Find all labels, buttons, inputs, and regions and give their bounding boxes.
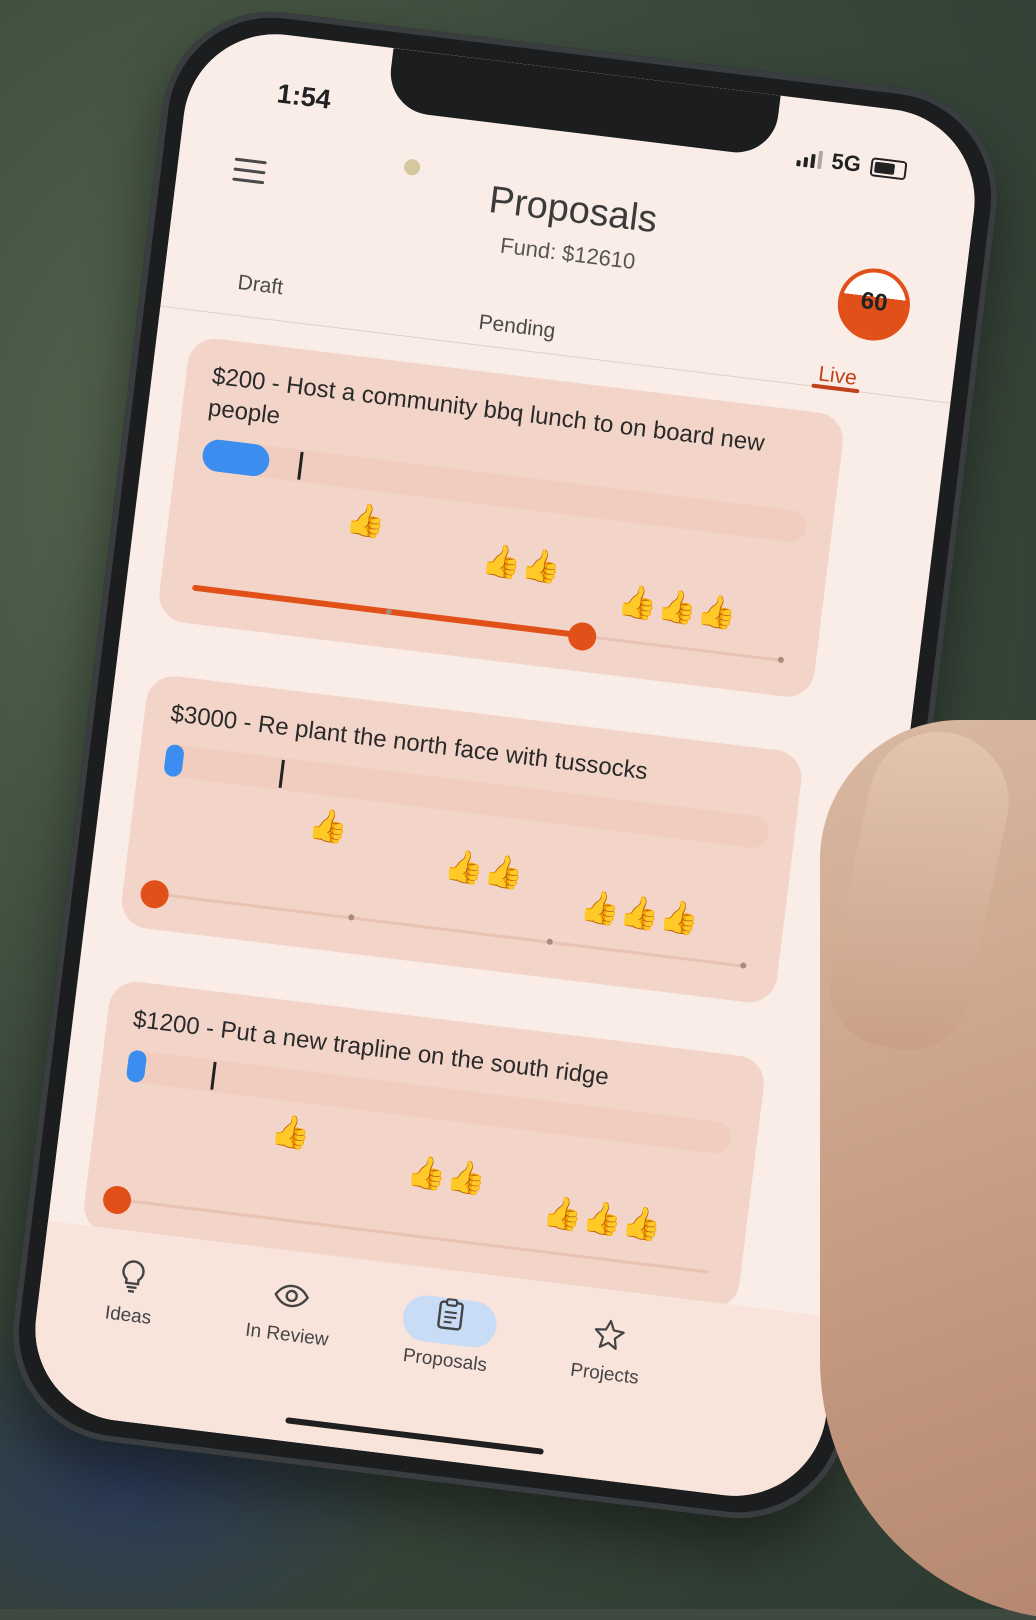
- thumbs-up-one-icon: 👍: [268, 1111, 313, 1152]
- score-value: 60: [859, 287, 890, 318]
- slider-stop: [385, 608, 392, 615]
- nav-projects[interactable]: Projects: [529, 1309, 686, 1395]
- progress-marker: [297, 451, 304, 480]
- nav-label: Proposals: [401, 1345, 489, 1377]
- slider-thumb[interactable]: [566, 620, 599, 653]
- network-label: 5G: [830, 148, 863, 177]
- tab-draft[interactable]: Draft: [236, 271, 284, 300]
- status-time: 1:54: [275, 78, 333, 115]
- nav-proposals[interactable]: Proposals: [369, 1289, 527, 1381]
- slider-stop: [777, 656, 785, 664]
- status-icons: 5G: [795, 144, 908, 183]
- battery-icon: [869, 156, 908, 180]
- lightbulb-icon: [117, 1258, 148, 1301]
- nav-label: Ideas: [103, 1302, 153, 1329]
- proposal-card[interactable]: $3000 - Re plant the north face with tus…: [118, 672, 805, 1006]
- progress-fill: [200, 437, 271, 478]
- thumbs-up-one-icon: 👍: [306, 805, 351, 847]
- star-icon: [591, 1316, 628, 1360]
- slider-thumb[interactable]: [139, 878, 171, 910]
- nav-ideas[interactable]: Ideas: [52, 1250, 209, 1336]
- thumbs-up-two-icon: 👍👍: [442, 846, 526, 892]
- progress-fill: [125, 1049, 148, 1084]
- thumbs-up-one-icon: 👍: [343, 499, 388, 541]
- thumbs-up-two-icon: 👍👍: [479, 540, 564, 587]
- proposal-card[interactable]: $200 - Host a community bbq lunch to on …: [156, 335, 847, 700]
- thumbs-up-three-icon: 👍👍👍: [540, 1193, 664, 1244]
- tab-pending[interactable]: Pending: [477, 311, 556, 344]
- signal-icon: [795, 148, 823, 170]
- nav-label: In Review: [244, 1319, 330, 1351]
- clipboard-icon: [435, 1297, 466, 1340]
- thumbs-up-two-icon: 👍👍: [404, 1152, 489, 1198]
- slider-stop: [347, 914, 355, 921]
- nav-active-pill: [400, 1292, 500, 1350]
- progress-fill: [163, 743, 186, 778]
- progress-marker: [210, 1061, 217, 1090]
- slider-thumb[interactable]: [101, 1184, 133, 1216]
- progress-marker: [278, 759, 285, 788]
- nav-in-review[interactable]: In Review: [211, 1270, 368, 1356]
- thumbs-up-three-icon: 👍👍👍: [578, 887, 702, 938]
- slider-stop: [739, 962, 747, 969]
- eye-icon: [271, 1277, 312, 1321]
- thumbs-up-three-icon: 👍👍👍: [615, 581, 739, 632]
- nav-label: Projects: [569, 1359, 640, 1389]
